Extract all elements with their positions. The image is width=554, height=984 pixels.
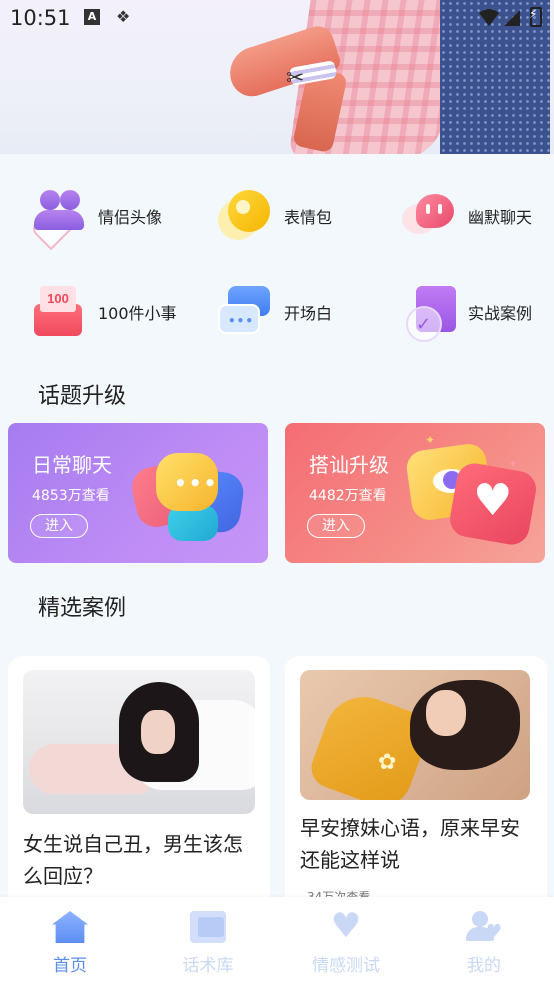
category-opening-line[interactable]: ••• 开场白 xyxy=(214,282,332,342)
signal-icon xyxy=(504,10,520,26)
category-label: 100件小事 xyxy=(98,304,177,323)
topic-views: 4853万查看 xyxy=(32,488,110,504)
status-time: 10:51 xyxy=(10,6,71,30)
nav-label: 情感测试 xyxy=(312,956,380,976)
section-title-topic-upgrade: 话题升级 xyxy=(38,384,127,409)
diamond-icon: ❖ xyxy=(116,7,131,26)
topic-card-pickup-upgrade[interactable]: 搭讪升级 4482万查看 进入 ✦ ✦ ♥ xyxy=(285,423,545,563)
category-label: 开场白 xyxy=(284,304,333,323)
enter-button[interactable]: 进入 xyxy=(30,514,88,538)
nav-item-profile[interactable]: ♥ 我的 xyxy=(434,897,534,984)
sparkle-icon: ✦ xyxy=(425,433,436,447)
a-notification-icon: A xyxy=(84,9,100,25)
category-100-things[interactable]: 100 100件小事 xyxy=(28,282,177,342)
category-couple-avatar[interactable]: 情侣头像 xyxy=(29,186,163,251)
humor-chat-icon xyxy=(398,186,458,246)
case-card[interactable]: 女生说自己丑，男生该怎么回应？ xyxy=(8,656,270,916)
case-card[interactable]: ✿ 早安撩妹心语，原来早安还能这样说 34万次查看 xyxy=(285,656,547,916)
case-photo: ✿ xyxy=(300,670,530,800)
nav-item-home[interactable]: 首页 xyxy=(20,897,120,984)
chat-library-icon xyxy=(190,911,226,943)
home-icon xyxy=(52,911,88,943)
section-title-featured-cases: 精选案例 xyxy=(38,596,127,621)
nav-label: 我的 xyxy=(467,956,501,976)
status-bar: 10:51 A ❖ xyxy=(0,0,554,38)
banner-scissors-icon: ✂ xyxy=(286,66,305,91)
nav-label: 话术库 xyxy=(182,956,234,976)
bottom-nav: 首页 话术库 ♥ 情感测试 ♥ 我的 xyxy=(0,897,554,984)
category-label: 表情包 xyxy=(284,208,333,227)
profile-icon: ♥ xyxy=(466,911,502,943)
enter-button[interactable]: 进入 xyxy=(307,514,365,538)
typing-dots-icon: ••• xyxy=(174,471,219,495)
battery-charging-icon xyxy=(529,7,542,27)
category-practice-case[interactable]: ✓ 实战案例 xyxy=(402,282,532,342)
category-humor-chat[interactable]: 幽默聊天 xyxy=(398,186,532,246)
category-label: 实战案例 xyxy=(468,304,533,323)
topic-title: 搭讪升级 xyxy=(309,453,389,477)
topic-title: 日常聊天 xyxy=(32,453,112,477)
practice-case-icon: ✓ xyxy=(402,282,462,342)
case-title: 早安撩妹心语，原来早安还能这样说 xyxy=(300,816,520,872)
emoji-icon xyxy=(212,186,272,246)
heart-test-icon: ♥ xyxy=(330,906,362,946)
sparkle-icon: ✦ xyxy=(509,459,518,470)
nav-item-heart-test[interactable]: ♥ 情感测试 xyxy=(296,897,396,984)
wifi-icon xyxy=(479,9,499,26)
couple-avatar-icon xyxy=(29,186,92,251)
heart-icon: ♥ xyxy=(473,475,513,526)
nav-item-chat-library[interactable]: 话术库 xyxy=(158,897,258,984)
topic-card-daily-chat[interactable]: 日常聊天 4853万查看 进入 ••• xyxy=(8,423,268,563)
category-label: 情侣头像 xyxy=(98,208,163,227)
hundred-things-icon: 100 xyxy=(28,282,88,342)
case-photo xyxy=(23,670,255,814)
case-title: 女生说自己丑，男生该怎么回应？ xyxy=(23,832,243,888)
category-emoji[interactable]: 表情包 xyxy=(212,186,332,246)
opening-line-icon: ••• xyxy=(214,282,274,342)
category-label: 幽默聊天 xyxy=(468,208,533,227)
nav-label: 首页 xyxy=(53,956,87,976)
topic-views: 4482万查看 xyxy=(309,488,387,504)
